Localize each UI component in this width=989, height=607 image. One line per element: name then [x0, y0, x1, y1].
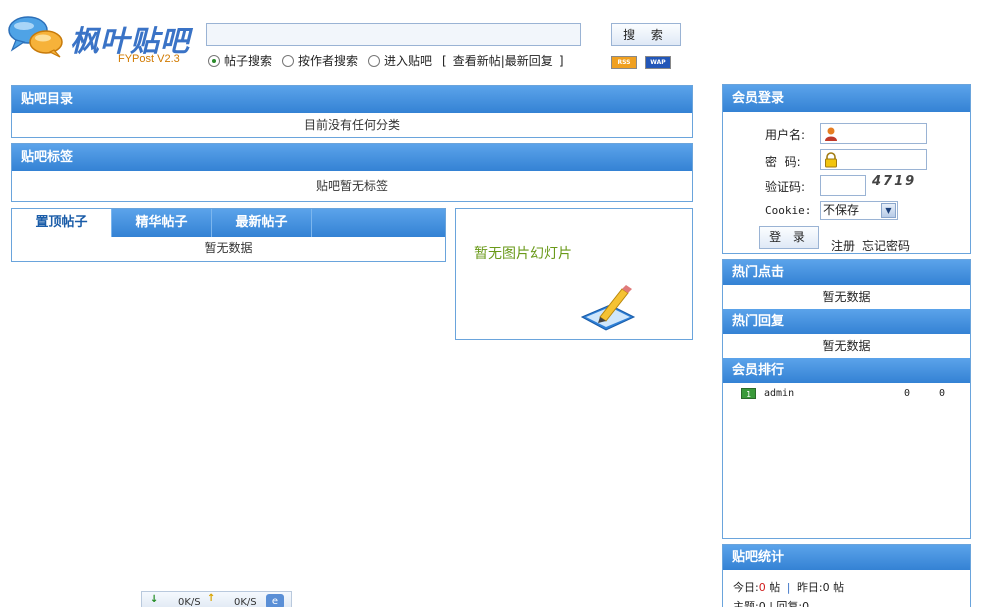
login-button[interactable]: 登 录: [759, 226, 819, 249]
cookie-label: Cookie:: [765, 204, 812, 217]
stats-yesterday-unit: 帖: [833, 581, 845, 594]
radio-label: 帖子搜索: [224, 54, 273, 68]
radio-post-search[interactable]: 帖子搜索: [208, 52, 272, 69]
stats-today-label: 今日:: [733, 581, 759, 594]
search-button[interactable]: 搜 索: [611, 23, 681, 46]
new-posts-link[interactable]: 查看新帖: [453, 52, 501, 69]
wap-badge[interactable]: WAP: [645, 56, 671, 69]
rss-badge[interactable]: RSS: [611, 56, 637, 69]
rank-badge: 1: [741, 388, 756, 399]
hot-clicks-title: 热门点击: [723, 260, 970, 285]
ranking-username[interactable]: admin: [764, 383, 794, 405]
posts-empty-text: 暂无数据: [204, 241, 253, 255]
upload-speed: 0K/S: [234, 597, 257, 607]
tags-empty-text: 贴吧暂无标签: [315, 179, 388, 193]
hot-clicks-empty-text: 暂无数据: [822, 290, 871, 304]
stats-yesterday-label: 昨日:: [796, 581, 823, 594]
search-input[interactable]: [206, 23, 581, 46]
browser-icon[interactable]: e: [266, 594, 284, 607]
tags-title: 贴吧标签: [12, 144, 692, 171]
username-field[interactable]: [820, 123, 927, 144]
stats-panel: 贴吧统计 今日:0 帖 | 昨日:0 帖 主题:0 | 回复:0: [722, 544, 971, 607]
tab-pinned-posts[interactable]: 置顶帖子: [12, 209, 112, 237]
password-field[interactable]: [820, 149, 927, 170]
register-link[interactable]: 注册: [831, 237, 855, 254]
ranking-title: 会员排行: [723, 358, 970, 383]
quick-links-close: ]: [558, 53, 564, 68]
slideshow-empty-text: 暂无图片幻灯片: [474, 246, 572, 262]
new-replies-link[interactable]: 最新回复: [505, 52, 553, 69]
hot-replies-title: 热门回复: [723, 309, 970, 334]
posts-panel: 置顶帖子 精华帖子 最新帖子 暂无数据: [11, 208, 446, 262]
tab-featured-posts[interactable]: 精华帖子: [112, 209, 212, 237]
radio-label: 进入贴吧: [384, 54, 433, 68]
forgot-password-link[interactable]: 忘记密码: [862, 237, 910, 254]
lock-icon: [825, 152, 837, 168]
slideshow-panel: 暂无图片幻灯片: [455, 208, 693, 340]
radio-unchecked-icon[interactable]: [368, 54, 381, 67]
tab-latest-posts[interactable]: 最新帖子: [212, 209, 312, 237]
radio-label: 按作者搜索: [298, 54, 359, 68]
radio-author-search[interactable]: 按作者搜索: [282, 52, 358, 69]
captcha-field[interactable]: [820, 175, 866, 196]
stats-separator: |: [786, 581, 791, 594]
upload-arrow-icon: ↑: [207, 593, 216, 604]
hot-replies-empty-text: 暂无数据: [822, 339, 871, 353]
chat-bubbles-icon: [8, 16, 63, 58]
stats-today-unit: 帖: [769, 581, 781, 594]
radio-enter-forum[interactable]: 进入贴吧: [368, 52, 432, 69]
username-label: 用户名:: [765, 128, 806, 142]
download-arrow-icon: ↓: [150, 594, 159, 605]
directory-title: 贴吧目录: [12, 86, 692, 113]
login-title: 会员登录: [723, 85, 970, 112]
logo-version: FYPost V2.3: [118, 53, 180, 65]
radio-unchecked-icon[interactable]: [282, 54, 295, 67]
site-logo[interactable]: 枫叶贴吧 FYPost V2.3: [8, 14, 198, 66]
network-speed-bar[interactable]: ↓ 0K/S ↑ 0K/S e: [141, 591, 292, 607]
captcha-image[interactable]: 4719: [872, 174, 916, 189]
tags-panel: 贴吧标签 贴吧暂无标签: [11, 143, 693, 202]
ranking-value-2: 0: [939, 388, 946, 399]
hot-panel: 热门点击 暂无数据 热门回复 暂无数据 会员排行 1 admin 0 0: [722, 259, 971, 539]
stats-line-1: 今日:0 帖 | 昨日:0 帖: [723, 570, 970, 595]
user-icon: [825, 127, 837, 141]
captcha-label: 验证码:: [765, 180, 806, 194]
stats-line-2: 主题:0 | 回复:0: [733, 600, 810, 607]
stats-yesterday-value: 0: [822, 581, 830, 594]
stats-today-value: 0: [758, 581, 766, 594]
directory-empty-text: 目前没有任何分类: [303, 118, 400, 132]
radio-checked-icon[interactable]: [208, 54, 220, 67]
password-label: 密 码:: [765, 155, 801, 169]
search-mode-options: 帖子搜索 按作者搜索 进入贴吧 [ 查看新帖 | 最新回复 ]: [208, 52, 564, 69]
ranking-value-1: 0: [904, 388, 911, 399]
download-speed: 0K/S: [178, 597, 201, 607]
cookie-select-value: 不保存: [823, 203, 860, 217]
stats-title: 贴吧统计: [723, 545, 970, 570]
pencil-notebook-icon: [580, 285, 636, 331]
chevron-down-icon[interactable]: ▼: [881, 203, 896, 218]
posts-tabs: 置顶帖子 精华帖子 最新帖子: [12, 209, 445, 237]
cookie-select[interactable]: 不保存 ▼: [820, 201, 898, 220]
ranking-row: 1 admin 0 0: [723, 383, 970, 405]
directory-panel: 贴吧目录 目前没有任何分类: [11, 85, 693, 138]
login-panel: 会员登录 用户名: 密 码: 验证码: 4719 Cookie: 不保存 ▼ 登…: [722, 84, 971, 254]
quick-links-open: [: [442, 53, 447, 68]
